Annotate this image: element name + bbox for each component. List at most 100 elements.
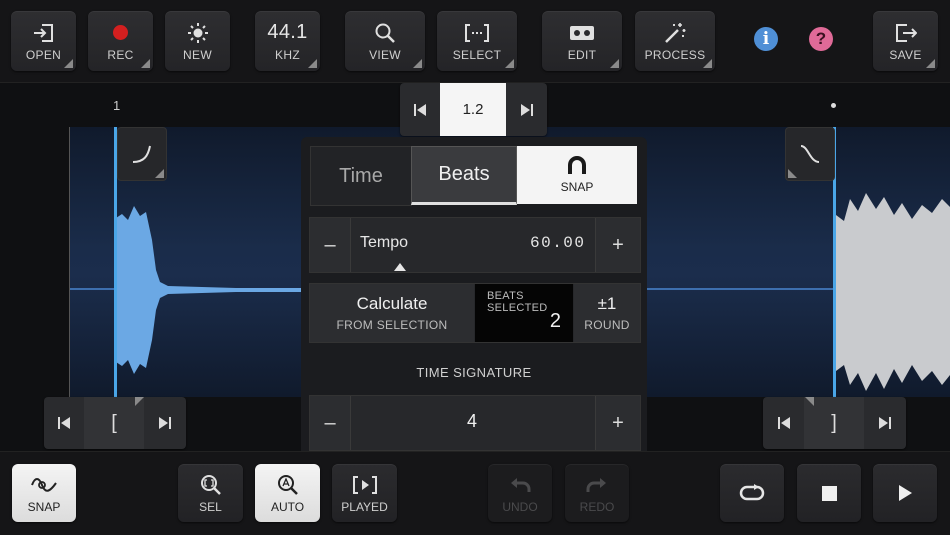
new-label: NEW — [183, 47, 212, 62]
help-icon[interactable]: ? — [809, 27, 833, 51]
corner-indicator — [135, 397, 144, 406]
selection-start-navigator: [ — [44, 397, 186, 449]
time-signature-row: – 4 + — [309, 395, 641, 451]
corner-indicator — [703, 59, 712, 68]
help-glyph: ? — [815, 29, 827, 48]
loop-button[interactable] — [720, 464, 784, 522]
prev-icon[interactable] — [44, 397, 84, 449]
skip-back-icon[interactable] — [400, 83, 440, 136]
rec-label: REC — [107, 47, 134, 62]
select-button[interactable]: SELECT — [437, 11, 517, 71]
new-button[interactable]: NEW — [165, 11, 230, 71]
play-icon — [899, 485, 912, 501]
played-label: PLAYED — [341, 499, 388, 514]
played-icon — [352, 473, 378, 497]
open-icon — [33, 21, 55, 45]
corner-indicator — [610, 59, 619, 68]
redo-label: REDO — [579, 499, 615, 514]
skip-forward-icon[interactable] — [506, 83, 547, 136]
timeline-start-label: 1 — [113, 98, 121, 113]
snap-toggle[interactable]: SNAP — [517, 146, 637, 204]
rec-button[interactable]: REC — [88, 11, 153, 71]
round-value: ±1 — [597, 294, 617, 313]
tempo-increment-button[interactable]: + — [595, 218, 640, 272]
auto-zoom-button[interactable]: AUTO — [255, 464, 320, 522]
prev-icon[interactable] — [763, 397, 804, 449]
sample-rate-button[interactable]: 44.1 KHZ — [255, 11, 320, 71]
calculate-subtitle: FROM SELECTION — [336, 318, 448, 332]
magnet-icon — [568, 156, 586, 174]
select-label: SELECT — [452, 47, 502, 62]
zoom-selection-icon — [200, 473, 222, 497]
stop-icon — [821, 485, 837, 501]
bottom-toolbar: SNAP SEL AUTO PLAYED UNDO REDO — [0, 451, 950, 535]
time-signature-increment-button[interactable]: + — [595, 396, 640, 450]
tab-time[interactable]: Time — [310, 146, 412, 206]
zoom-selection-button[interactable]: SEL — [178, 464, 243, 522]
end-dot — [831, 103, 836, 108]
next-icon[interactable] — [144, 397, 186, 449]
snap-label: SNAP — [560, 180, 594, 194]
edit-label: EDIT — [567, 47, 597, 62]
select-bracket-icon — [464, 21, 490, 45]
position-value[interactable]: 1.2 — [440, 83, 506, 136]
tempo-pointer — [394, 263, 406, 271]
magnifier-icon — [374, 21, 396, 45]
cassette-icon — [569, 21, 595, 45]
open-label: OPEN — [25, 47, 62, 62]
view-button[interactable]: VIEW — [345, 11, 425, 71]
redo-button[interactable]: REDO — [565, 464, 629, 522]
corner-indicator — [926, 59, 935, 68]
info-glyph: i — [762, 29, 770, 49]
calculate-button[interactable]: Calculate FROM SELECTION — [310, 284, 474, 342]
tempo-label: Tempo — [360, 234, 409, 251]
time-signature-decrement-button[interactable]: – — [310, 396, 351, 450]
fade-out-button[interactable] — [785, 127, 835, 181]
fade-in-button[interactable] — [117, 127, 167, 181]
undo-icon — [509, 473, 531, 497]
waveform-right — [836, 193, 950, 391]
corner-indicator — [805, 397, 814, 406]
beats-panel: Time Beats SNAP – Tempo 60.00 + Calculat… — [301, 137, 647, 451]
calculate-row: Calculate FROM SELECTION BEATS SELECTED … — [309, 283, 641, 343]
snap-button[interactable]: SNAP — [12, 464, 76, 522]
played-button[interactable]: PLAYED — [332, 464, 397, 522]
stop-button[interactable] — [797, 464, 861, 522]
save-exit-icon — [895, 21, 917, 45]
round-button[interactable]: ±1 ROUND — [574, 284, 640, 342]
time-signature-value[interactable]: 4 — [350, 411, 594, 432]
sel-label: SEL — [199, 499, 222, 514]
auto-zoom-icon — [277, 473, 299, 497]
top-toolbar: OPEN REC NEW 44.1 KHZ VIEW SELECT EDIT P… — [0, 0, 950, 83]
next-icon[interactable] — [864, 397, 906, 449]
corner-indicator — [505, 59, 514, 68]
round-label: ROUND — [584, 318, 630, 332]
auto-label: AUTO — [270, 499, 305, 514]
snap-label: SNAP — [27, 499, 61, 514]
process-button[interactable]: PROCESS — [635, 11, 715, 71]
corner-indicator — [155, 169, 164, 178]
open-button[interactable]: OPEN — [11, 11, 76, 71]
tempo-value[interactable]: 60.00 — [530, 234, 586, 252]
fade-in-curve-icon — [132, 145, 151, 163]
corner-indicator — [788, 169, 797, 178]
edit-button[interactable]: EDIT — [542, 11, 622, 71]
position-navigator: 1.2 — [400, 83, 547, 136]
save-label: SAVE — [889, 47, 922, 62]
corner-indicator — [413, 59, 422, 68]
calculate-title: Calculate — [356, 294, 428, 313]
corner-indicator — [64, 59, 73, 68]
loop-icon — [739, 484, 765, 501]
undo-button[interactable]: UNDO — [488, 464, 552, 522]
tab-beats[interactable]: Beats — [411, 146, 517, 205]
tempo-decrement-button[interactable]: – — [310, 218, 351, 272]
beats-selected-display: BEATS SELECTED 2 — [475, 284, 573, 342]
info-icon[interactable]: i — [754, 27, 778, 51]
view-label: VIEW — [369, 47, 401, 62]
time-signature-label: TIME SIGNATURE — [416, 365, 532, 380]
magic-wand-icon — [663, 21, 687, 45]
corner-indicator — [141, 59, 150, 68]
save-button[interactable]: SAVE — [873, 11, 938, 71]
play-button[interactable] — [873, 464, 937, 522]
selection-end-navigator: ] — [763, 397, 906, 449]
